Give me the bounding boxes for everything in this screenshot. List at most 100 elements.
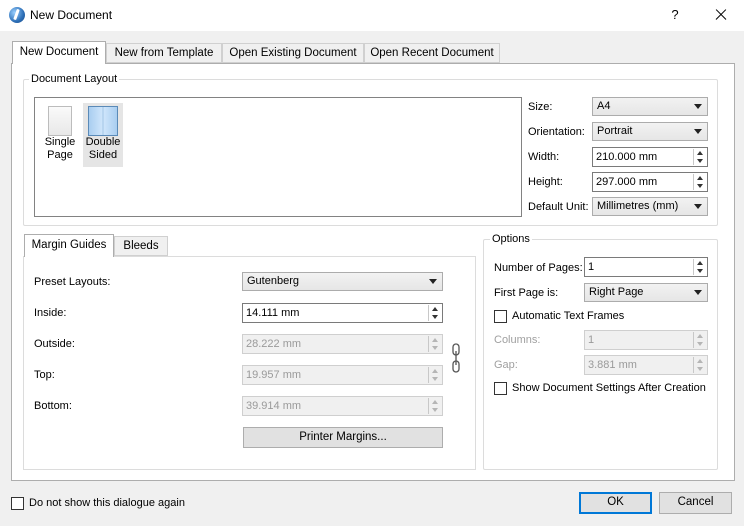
orientation-label: Orientation: (528, 126, 585, 138)
chevron-down-icon (429, 279, 437, 284)
width-label: Width: (528, 151, 560, 163)
arrow-up-icon (697, 334, 703, 338)
inside-stepper[interactable] (428, 305, 441, 321)
height-label: Height: (528, 176, 563, 188)
top-stepper[interactable] (428, 367, 441, 383)
top-input[interactable]: 19.957 mm (242, 365, 443, 385)
outside-value: 28.222 mm (246, 338, 302, 350)
show-document-settings-checkbox[interactable] (494, 382, 507, 395)
single-page-label-line1: Single (44, 136, 76, 148)
gap-stepper[interactable] (693, 357, 706, 373)
arrow-up-icon (432, 307, 438, 311)
number-of-pages-input[interactable]: 1 (584, 257, 708, 277)
scribus-app-icon (9, 7, 25, 23)
arrow-up-icon (432, 400, 438, 404)
number-of-pages-label: Number of Pages: (494, 262, 583, 274)
columns-value: 1 (588, 334, 595, 346)
chevron-down-icon (694, 204, 702, 209)
first-page-value: Right Page (589, 286, 644, 298)
width-value: 210.000 mm (596, 151, 658, 163)
automatic-text-frames-label: Automatic Text Frames (512, 310, 625, 322)
width-stepper[interactable] (693, 149, 706, 165)
bottom-stepper[interactable] (428, 398, 441, 414)
arrow-up-icon (697, 151, 703, 155)
size-label: Size: (528, 101, 553, 113)
arrow-up-icon (432, 369, 438, 373)
single-page-option[interactable]: Single Page (42, 103, 78, 167)
printer-margins-button[interactable]: Printer Margins... (243, 427, 443, 448)
bottom-input[interactable]: 39.914 mm (242, 396, 443, 416)
columns-input[interactable]: 1 (584, 330, 708, 350)
cancel-button[interactable]: Cancel (659, 492, 732, 514)
height-value: 297.000 mm (596, 176, 658, 188)
show-document-settings-label: Show Document Settings After Creation (512, 382, 706, 394)
tab-new-document[interactable]: New Document (12, 41, 106, 64)
chain-link-icon[interactable] (450, 342, 462, 374)
columns-stepper[interactable] (693, 332, 706, 348)
number-of-pages-value: 1 (588, 261, 595, 273)
width-input[interactable]: 210.000 mm (592, 147, 708, 167)
bottom-label: Bottom: (34, 400, 72, 412)
top-value: 19.957 mm (246, 369, 302, 381)
gap-label: Gap: (494, 359, 518, 371)
tab-open-recent-document[interactable]: Open Recent Document (364, 43, 500, 63)
double-sided-label-line2: Sided (88, 149, 118, 161)
preset-layouts-select[interactable]: Gutenberg (242, 272, 443, 291)
height-stepper[interactable] (693, 174, 706, 190)
orientation-select[interactable]: Portrait (592, 122, 708, 141)
outside-label: Outside: (34, 338, 75, 350)
double-sided-option[interactable]: Double Sided (83, 103, 123, 167)
inside-label: Inside: (34, 307, 67, 319)
arrow-down-icon (432, 346, 438, 350)
outside-stepper[interactable] (428, 336, 441, 352)
chevron-down-icon (694, 290, 702, 295)
chevron-down-icon (694, 104, 702, 109)
arrow-down-icon (697, 184, 703, 188)
orientation-value: Portrait (597, 125, 633, 137)
double-sided-label-line1: Double (85, 136, 121, 148)
window-title: New Document (30, 8, 113, 22)
help-button[interactable]: ? (663, 4, 687, 26)
arrow-down-icon (432, 408, 438, 412)
tab-new-from-template[interactable]: New from Template (106, 43, 222, 63)
inside-input[interactable]: 14.111 mm (242, 303, 443, 323)
gap-value: 3.881 mm (588, 359, 637, 371)
do-not-show-again-checkbox[interactable] (11, 497, 24, 510)
default-unit-select[interactable]: Millimetres (mm) (592, 197, 708, 216)
document-layout-title: Document Layout (29, 73, 120, 85)
single-page-label-line2: Page (47, 149, 73, 161)
arrow-down-icon (432, 315, 438, 319)
arrow-up-icon (432, 338, 438, 342)
arrow-up-icon (697, 359, 703, 363)
preset-layouts-value: Gutenberg (247, 275, 299, 287)
arrow-down-icon (432, 377, 438, 381)
gap-input[interactable]: 3.881 mm (584, 355, 708, 375)
arrow-up-icon (697, 261, 703, 265)
automatic-text-frames-checkbox[interactable] (494, 310, 507, 323)
inside-value: 14.111 mm (246, 307, 300, 319)
tab-open-existing-document[interactable]: Open Existing Document (222, 43, 364, 63)
size-select[interactable]: A4 (592, 97, 708, 116)
double-sided-icon (88, 106, 118, 136)
size-value: A4 (597, 100, 611, 112)
preset-layouts-label: Preset Layouts: (34, 276, 111, 288)
tab-bleeds[interactable]: Bleeds (114, 236, 168, 256)
tab-margin-guides[interactable]: Margin Guides (24, 234, 114, 257)
top-label: Top: (34, 369, 55, 381)
bottom-value: 39.914 mm (246, 400, 302, 412)
options-title: Options (490, 233, 532, 245)
arrow-down-icon (697, 159, 703, 163)
number-of-pages-stepper[interactable] (693, 259, 706, 275)
outside-input[interactable]: 28.222 mm (242, 334, 443, 354)
arrow-down-icon (697, 269, 703, 273)
default-unit-label: Default Unit: (528, 201, 589, 213)
ok-button[interactable]: OK (579, 492, 652, 514)
first-page-select[interactable]: Right Page (584, 283, 708, 302)
columns-label: Columns: (494, 334, 541, 346)
height-input[interactable]: 297.000 mm (592, 172, 708, 192)
first-page-label: First Page is: (494, 287, 559, 299)
arrow-down-icon (697, 342, 703, 346)
arrow-down-icon (697, 367, 703, 371)
arrow-up-icon (697, 176, 703, 180)
close-button[interactable] (702, 2, 738, 28)
